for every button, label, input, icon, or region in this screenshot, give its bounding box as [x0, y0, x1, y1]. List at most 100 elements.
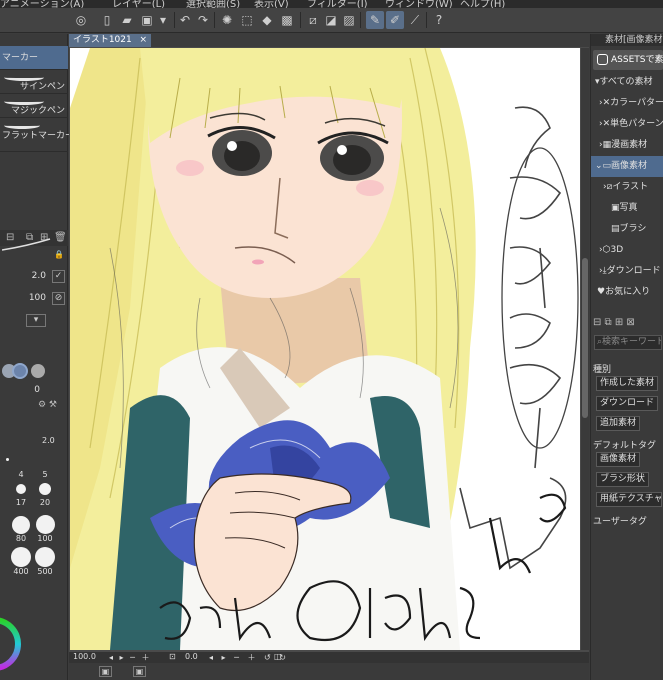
menu-help[interactable]: ヘルプ(H)	[460, 0, 505, 8]
user-tag-heading: ユーザータグ	[593, 517, 647, 527]
open-folder-icon[interactable]: ▰	[118, 11, 136, 29]
tree-item-mono-pattern[interactable]: ›✕単色パターン	[591, 114, 663, 135]
size-dot[interactable]	[12, 516, 30, 534]
search-input[interactable]: ⌕検索キーワード	[594, 335, 662, 350]
ruler-icon[interactable]: ⟋	[406, 11, 424, 29]
tag-brush-shape[interactable]: ブラシ形状	[596, 472, 649, 487]
fit-icon[interactable]: ⊡	[169, 652, 176, 661]
tree-item-brush[interactable]: ▤ブラシ	[591, 219, 663, 240]
cut-icon[interactable]: ⧄	[304, 11, 322, 29]
tag-added[interactable]: 追加素材	[596, 416, 641, 431]
menu-layer[interactable]: レイヤー(L)	[112, 0, 165, 8]
stabilization-row[interactable]: 0	[0, 380, 68, 402]
menu-filter[interactable]: フィルター(I)	[307, 0, 368, 8]
brush-tip-swatch[interactable]	[31, 364, 45, 378]
opacity-row[interactable]: 100 ⊘	[0, 288, 68, 310]
zoom-controls[interactable]: ◂ ▸ ─ ＋	[109, 652, 151, 663]
brush-size-value[interactable]: 2.0	[32, 271, 46, 281]
tree-item-color-pattern[interactable]: ›✕カラーパターン	[591, 93, 663, 114]
size-cell[interactable]: 400	[11, 567, 31, 576]
drawing-canvas[interactable]	[70, 48, 580, 650]
brush-item-marker[interactable]: マーカー	[0, 46, 68, 70]
pressure-toggle-icon[interactable]: ✓	[52, 270, 65, 283]
size-cell[interactable]: 17	[11, 498, 31, 507]
brush-item-signpen[interactable]: サインペン	[0, 70, 68, 94]
flip-icon[interactable]: ◫	[274, 652, 282, 661]
blend-row[interactable]: ▾	[0, 310, 68, 332]
tag-paper-texture[interactable]: 用紙テクスチャ	[596, 492, 662, 507]
vertical-scrollbar[interactable]	[581, 48, 589, 650]
size-cell[interactable]: 80	[11, 534, 31, 543]
new-file-icon[interactable]: ▯	[98, 11, 116, 29]
layer-toggle-icon[interactable]: ▣	[133, 666, 146, 677]
search-placeholder: 検索キーワード	[602, 337, 662, 347]
blend-dropdown-icon[interactable]: ▾	[26, 314, 46, 327]
opacity-toggle-icon[interactable]: ⊘	[52, 292, 65, 305]
tag-downloaded[interactable]: ダウンロード	[596, 396, 659, 411]
color-wheel[interactable]	[0, 614, 24, 674]
assets-icon	[597, 54, 608, 65]
tree-item-label: 漫画素材	[611, 140, 648, 150]
chevron-right-icon: ›⧄	[603, 182, 613, 192]
menu-animation[interactable]: アニメーション(A)	[0, 0, 84, 8]
brush-item-flatmarker[interactable]: フラットマーカー	[0, 120, 74, 152]
fill-icon[interactable]: ◆	[258, 11, 276, 29]
zoom-value[interactable]: 100.0	[73, 652, 96, 661]
tree-item-favorites[interactable]: ♥お気に入り	[591, 282, 663, 303]
pen-snap-icon[interactable]: ✎	[366, 11, 384, 29]
tag-created[interactable]: 作成した素材	[596, 376, 659, 391]
undo-icon[interactable]: ↶	[176, 11, 194, 29]
tree-item-manga[interactable]: ›▦漫画素材	[591, 135, 663, 156]
document-tab[interactable]: イラスト1021 ×	[69, 34, 151, 47]
tag-image-material[interactable]: 画像素材	[596, 452, 641, 467]
tree-item-label: 写真	[619, 203, 638, 213]
redo-icon[interactable]: ↷	[194, 11, 212, 29]
brush-item-magicpen[interactable]: マジックペン	[0, 94, 68, 118]
tree-item-all[interactable]: ▾すべての素材	[591, 72, 663, 93]
size-dot[interactable]	[16, 484, 26, 494]
layer-toggle-icon[interactable]: ▣	[99, 666, 112, 677]
invert-icon[interactable]: ▨	[340, 11, 358, 29]
clear-icon[interactable]: ▩	[278, 11, 296, 29]
opacity-value[interactable]: 100	[29, 293, 46, 303]
panel-action-icons[interactable]: ⊟ ⧉ ⊞ ⊠	[593, 317, 635, 328]
size-palette-value[interactable]: 2.0	[42, 436, 55, 445]
bottom-bar: ▣ ▣	[69, 663, 589, 680]
lock-icon[interactable]: 🔒	[54, 250, 64, 259]
size-dot[interactable]	[35, 547, 55, 567]
menu-window[interactable]: ウィンドウ(W)	[385, 0, 453, 8]
loading-icon[interactable]: ✺	[218, 11, 236, 29]
brush-item-label: マーカー	[2, 53, 39, 63]
size-cell[interactable]: 20	[35, 498, 55, 507]
menu-view[interactable]: 表示(V)	[254, 0, 289, 8]
pen-pressure-icon[interactable]: ✐	[386, 11, 404, 29]
size-dot[interactable]	[36, 515, 55, 534]
angle-value[interactable]: 0.0	[185, 652, 198, 661]
help-icon[interactable]: ?	[430, 11, 448, 29]
brush-size-row[interactable]: 2.0 ✓	[0, 266, 68, 288]
app-icon[interactable]: ◎	[72, 11, 90, 29]
tree-item-3d[interactable]: ›⬡3D	[591, 240, 663, 261]
size-cell[interactable]: 100	[35, 534, 55, 543]
tree-item-download[interactable]: ›⤓ダウンロード	[591, 261, 663, 282]
tree-item-image[interactable]: ⌄▭画像素材	[591, 156, 663, 177]
tree-item-illust[interactable]: ›⧄イラスト	[591, 177, 663, 198]
brush-tip-swatch-selected[interactable]	[12, 363, 28, 379]
transform-icon[interactable]: ⬚	[238, 11, 256, 29]
close-tab-icon[interactable]: ×	[139, 34, 147, 47]
delete-icon[interactable]: 🗑	[54, 232, 67, 243]
size-cell[interactable]: 500	[35, 567, 55, 576]
size-dot[interactable]	[39, 483, 51, 495]
stabilization-value[interactable]: 0	[34, 385, 40, 395]
size-dot[interactable]	[6, 458, 9, 461]
size-cell[interactable]: 4	[11, 470, 31, 479]
fill-selection-icon[interactable]: ◪	[322, 11, 340, 29]
size-cell[interactable]: 5	[35, 470, 55, 479]
tree-item-photo[interactable]: ▣写真	[591, 198, 663, 219]
settings-gear-icon[interactable]: ⚙ ⚒	[38, 400, 57, 410]
scrollbar-thumb[interactable]	[582, 258, 588, 418]
menu-selection[interactable]: 選択範囲(S)	[186, 0, 240, 8]
size-dot[interactable]	[11, 547, 31, 567]
assets-button[interactable]: ASSETSで素材	[593, 50, 663, 70]
dropdown-icon[interactable]: ▾	[154, 11, 172, 29]
